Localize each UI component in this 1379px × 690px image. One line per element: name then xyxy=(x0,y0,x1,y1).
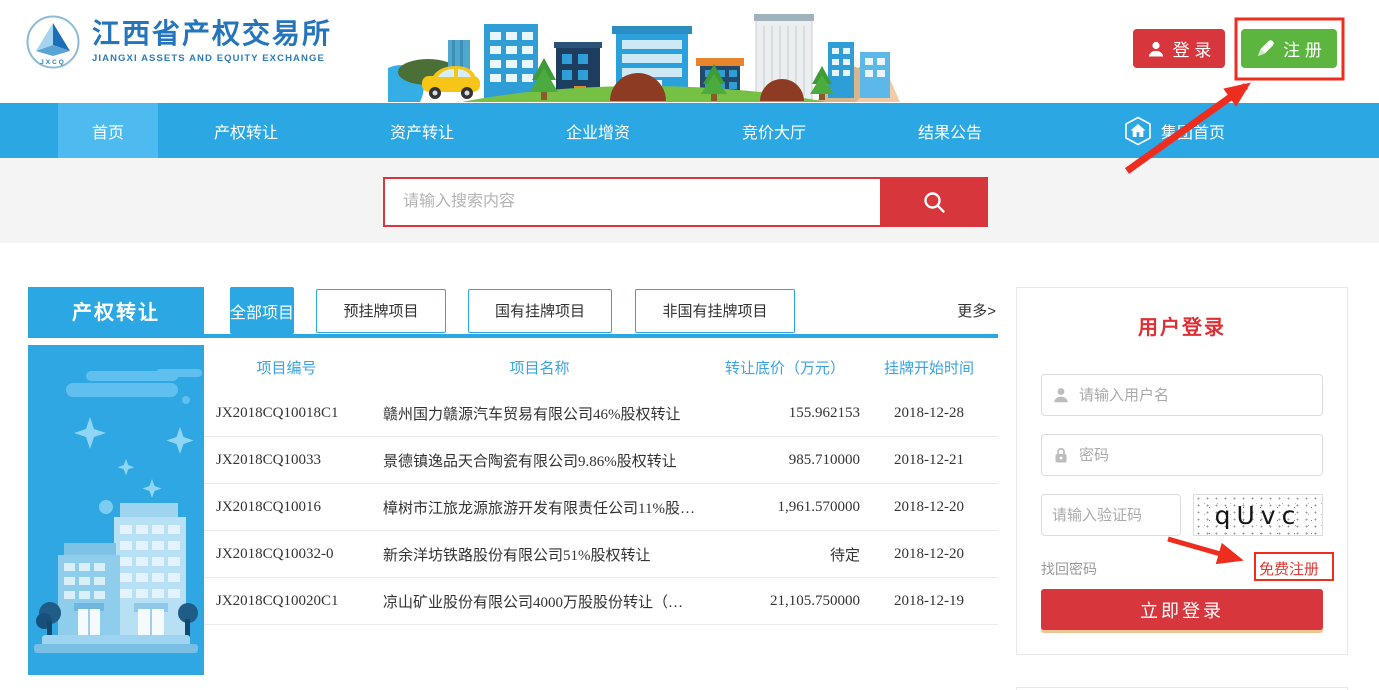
home-icon xyxy=(1124,116,1152,146)
nav-item-home[interactable]: 首页 xyxy=(58,103,158,158)
project-name[interactable]: 景德镇逸品天合陶瓷有限公司9.86%股权转让 xyxy=(369,450,710,471)
nav-item-capital-increase[interactable]: 企业增资 xyxy=(510,103,686,158)
nav-label: 结果公告 xyxy=(918,119,982,143)
table-row[interactable]: JX2018CQ10033 景德镇逸品天合陶瓷有限公司9.86%股权转让 985… xyxy=(204,437,998,484)
col-header-price: 转让底价（万元） xyxy=(710,357,860,378)
search-input[interactable] xyxy=(383,177,880,227)
brand-text: 江西省产权交易所 JIANGXI ASSETS AND EQUITY EXCHA… xyxy=(92,20,332,65)
logo-icon: JXCQ xyxy=(26,15,80,69)
pencil-icon xyxy=(1256,39,1275,58)
nav-label: 竞价大厅 xyxy=(742,119,806,143)
project-date: 2018-12-21 xyxy=(860,452,998,469)
nav-label: 资产转让 xyxy=(390,119,454,143)
person-icon xyxy=(1147,40,1165,58)
org-name-cn: 江西省产权交易所 xyxy=(92,20,332,51)
property-transfer-section-header: 产权转让 全部项目 预挂牌项目 国有挂牌项目 非国有挂牌项目 更多> xyxy=(28,287,998,334)
login-button[interactable]: 登 录 xyxy=(1133,29,1225,68)
password-field[interactable] xyxy=(1041,434,1323,476)
project-name[interactable]: 凉山矿业股份有限公司4000万股股份转让（… xyxy=(369,591,710,612)
tab-pre-listing[interactable]: 预挂牌项目 xyxy=(316,289,446,333)
table-row[interactable]: JX2018CQ10032-0 新余洋坊铁路股份有限公司51%股权转让 待定 2… xyxy=(204,531,998,578)
table-header-row: 项目编号 项目名称 转让底价（万元） 挂牌开始时间 xyxy=(204,345,998,390)
nav-label: 产权转让 xyxy=(214,119,278,143)
nav-item-group-home[interactable]: 集团首页 xyxy=(1124,103,1225,158)
page: JXCQ 江西省产权交易所 JIANGXI ASSETS AND EQUITY … xyxy=(0,0,1379,690)
main-nav: 首页 产权转让 资产转让 企业增资 竞价大厅 结果公告 集团首页 xyxy=(0,103,1379,158)
col-header-code: 项目编号 xyxy=(204,357,369,378)
search-icon xyxy=(921,189,947,215)
table-row[interactable]: JX2018CQ10018C1 赣州国力赣源汽车贸易有限公司46%股权转让 15… xyxy=(204,390,998,437)
project-name[interactable]: 赣州国力赣源汽车贸易有限公司46%股权转让 xyxy=(369,403,710,424)
username-field[interactable] xyxy=(1041,374,1323,416)
project-price: 待定 xyxy=(710,544,860,565)
nav-item-asset-transfer[interactable]: 资产转让 xyxy=(334,103,510,158)
search-section xyxy=(0,158,1379,243)
tabs-underline xyxy=(28,334,998,338)
project-code: JX2018CQ10016 xyxy=(204,499,369,516)
login-now-button[interactable]: 立即登录 xyxy=(1041,589,1323,630)
person-icon xyxy=(1052,386,1070,404)
login-panel-title: 用户登录 xyxy=(1017,311,1347,340)
project-name[interactable]: 新余洋坊铁路股份有限公司51%股权转让 xyxy=(369,544,710,565)
username-input[interactable] xyxy=(1079,387,1312,404)
project-date: 2018-12-28 xyxy=(860,405,998,422)
nav-label: 首页 xyxy=(92,119,124,143)
project-price: 985.710000 xyxy=(710,452,860,469)
project-code: JX2018CQ10032-0 xyxy=(204,546,369,563)
nav-item-bidding-hall[interactable]: 竞价大厅 xyxy=(686,103,862,158)
tab-state-owned[interactable]: 国有挂牌项目 xyxy=(468,289,612,333)
project-code: JX2018CQ10020C1 xyxy=(204,593,369,610)
register-button[interactable]: 注 册 xyxy=(1241,29,1337,68)
free-register-link[interactable]: 免费注册 xyxy=(1255,556,1323,581)
captcha-image[interactable]: qUvc xyxy=(1193,494,1323,536)
svg-text:JXCQ: JXCQ xyxy=(40,59,66,66)
nav-item-result-announcement[interactable]: 结果公告 xyxy=(862,103,1038,158)
login-button-label: 登 录 xyxy=(1173,36,1212,61)
org-name-en: JIANGXI ASSETS AND EQUITY EXCHANGE xyxy=(92,53,332,64)
forgot-password-link[interactable]: 找回密码 xyxy=(1041,559,1097,579)
night-city-illustration xyxy=(28,345,204,675)
project-price: 155.962153 xyxy=(710,405,860,422)
lock-icon xyxy=(1052,446,1070,464)
col-header-date: 挂牌开始时间 xyxy=(860,357,998,378)
project-price: 21,105.750000 xyxy=(710,593,860,610)
search-button[interactable] xyxy=(880,177,988,227)
site-header: JXCQ 江西省产权交易所 JIANGXI ASSETS AND EQUITY … xyxy=(0,0,1379,103)
nav-label: 集团首页 xyxy=(1161,119,1225,143)
col-header-name: 项目名称 xyxy=(369,357,710,378)
tab-non-state-owned[interactable]: 非国有挂牌项目 xyxy=(635,289,795,333)
project-name[interactable]: 樟树市江旅龙源旅游开发有限责任公司11%股… xyxy=(369,497,710,518)
project-date: 2018-12-20 xyxy=(860,546,998,563)
project-table: 项目编号 项目名称 转让底价（万元） 挂牌开始时间 JX2018CQ10018C… xyxy=(204,345,998,625)
password-input[interactable] xyxy=(1079,447,1312,464)
user-login-panel: 用户登录 qUvc 找回密码 免费注册 立即登录 xyxy=(1016,287,1348,655)
more-link[interactable]: 更多> xyxy=(957,300,998,321)
captcha-field[interactable] xyxy=(1041,494,1181,536)
tab-all-projects[interactable]: 全部项目 xyxy=(230,287,294,334)
table-row[interactable]: JX2018CQ10020C1 凉山矿业股份有限公司4000万股股份转让（… 2… xyxy=(204,578,998,625)
nav-item-property-transfer[interactable]: 产权转让 xyxy=(158,103,334,158)
table-row[interactable]: JX2018CQ10016 樟树市江旅龙源旅游开发有限责任公司11%股… 1,9… xyxy=(204,484,998,531)
section-title: 产权转让 xyxy=(28,287,204,334)
project-date: 2018-12-19 xyxy=(860,593,998,610)
project-date: 2018-12-20 xyxy=(860,499,998,516)
project-code: JX2018CQ10033 xyxy=(204,452,369,469)
city-illustration xyxy=(388,6,900,102)
nav-label: 企业增资 xyxy=(566,119,630,143)
site-logo[interactable]: JXCQ 江西省产权交易所 JIANGXI ASSETS AND EQUITY … xyxy=(26,15,332,69)
project-code: JX2018CQ10018C1 xyxy=(204,405,369,422)
project-price: 1,961.570000 xyxy=(710,499,860,516)
register-button-label: 注 册 xyxy=(1283,36,1322,61)
